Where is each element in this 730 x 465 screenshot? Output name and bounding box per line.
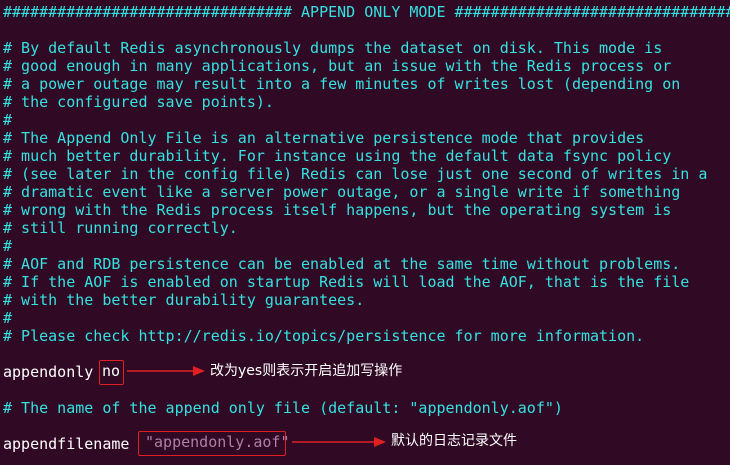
comment-line: # a power outage may result into a few m… [3,75,681,93]
comment-line: # The Append Only File is an alternative… [3,129,645,147]
comment-line: # [3,111,13,129]
comment-line: # wrong with the Redis process itself ha… [3,201,672,219]
section-header: ################################ APPEND … [3,3,730,21]
arrow-icon [127,366,205,376]
comment-line: # [3,237,13,255]
comment-line: # [3,309,13,327]
comment-line: # the configured save points). [3,93,274,111]
appendonly-value[interactable]: no [99,360,124,385]
appendfilename-key: appendfilename [3,435,130,453]
appendonly-key: appendonly [3,363,94,381]
terminal-window[interactable]: ################################ APPEND … [0,0,730,465]
comment-line: # still running correctly. [3,219,238,237]
filename-comment: # The name of the append only file (defa… [3,399,563,417]
comment-line: # much better durability. For instance u… [3,147,672,165]
appendonly-annotation: 改为yes则表示开启追加写操作 [210,363,403,379]
comment-line: # good enough in many applications, but … [3,57,672,75]
comment-line: # with the better durability guarantees. [3,291,365,309]
comment-line: # By default Redis asynchronously dumps … [3,39,663,57]
appendfilename-annotation: 默认的日志记录文件 [391,433,517,449]
comment-line: # If the AOF is enabled on startup Redis… [3,273,690,291]
comment-line: # Please check http://redis.io/topics/pe… [3,327,645,345]
comment-line: # dramatic event like a server power out… [3,183,681,201]
comment-line: # (see later in the config file) Redis c… [3,165,708,183]
arrow-icon [292,437,386,447]
appendfilename-value[interactable]: "appendonly.aof" [138,431,290,456]
comment-line: # AOF and RDB persistence can be enabled… [3,255,681,273]
